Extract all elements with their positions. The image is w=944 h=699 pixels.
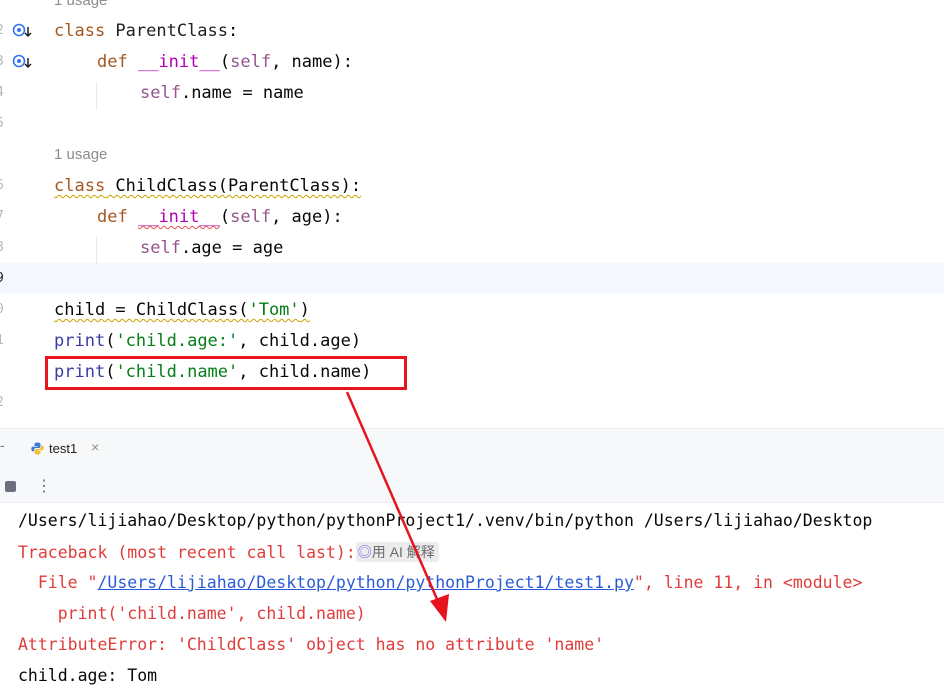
code-line: self.name = name [140,83,304,103]
current-line-highlight [0,263,944,294]
editor-gutter: 2 3 4 5 6 7 8 9 0 1 2 [0,0,50,428]
annotation-highlight-box [45,356,407,390]
line-number: 1 [0,333,6,348]
tab-label: test1 [49,441,78,456]
line-number: 0 [0,302,6,317]
console-line: AttributeError: 'ChildClass' object has … [18,635,605,654]
ai-sparkle-icon: ◎ [357,544,372,560]
code-line: def __init__(self, name): [97,52,353,72]
panel-edge-marker: - [0,437,5,453]
line-number: 9 [0,271,6,286]
indent-guide [96,237,97,265]
console-line: child.age: Tom [18,666,158,685]
stop-icon[interactable] [5,481,16,492]
run-tab-test1[interactable]: test1 × [18,429,110,471]
run-tab-bar: - test1 × [0,428,944,471]
run-toolbar: ⋮ [0,468,944,503]
code-editor[interactable]: 2 3 4 5 6 7 8 9 0 1 2 1 usage class Pare… [0,0,944,428]
line-number: 2 [0,395,6,410]
line-number: 7 [0,209,6,224]
overridden-method-icon[interactable] [12,22,34,40]
line-number: 8 [0,240,6,255]
line-number: 2 [0,23,6,38]
code-line: print('child.age:', child.age) [54,331,362,351]
console-line: File "/Users/lijiahao/Desktop/python/pyt… [18,573,863,592]
more-options-icon[interactable]: ⋮ [36,476,52,496]
console-line: print('child.name', child.name) [18,604,366,623]
code-line: class ChildClass(ParentClass): [54,176,362,196]
close-icon[interactable]: × [91,439,99,455]
usage-hint[interactable]: 1 usage [54,146,107,163]
line-number: 5 [0,116,6,131]
indent-guide [96,82,97,110]
console-output[interactable]: /Users/lijiahao/Desktop/python/pythonPro… [0,503,944,699]
ai-explain-button[interactable]: ◎用 AI 解释 [355,542,439,562]
console-line: /Users/lijiahao/Desktop/python/pythonPro… [18,511,873,530]
overridden-method-icon[interactable] [12,53,34,71]
usage-hint[interactable]: 1 usage [54,0,107,9]
code-line: class ParentClass: [54,21,239,41]
line-number: 3 [0,54,6,69]
code-line: self.age = age [140,238,284,258]
code-line: def __init__(self, age): [97,207,343,227]
python-file-icon [31,442,44,455]
file-path-link[interactable]: /Users/lijiahao/Desktop/python/pythonPro… [97,573,633,592]
code-line: child = ChildClass('Tom') [54,300,310,320]
line-number: 6 [0,178,6,193]
console-line: Traceback (most recent call last): ◎用 AI … [18,542,439,563]
line-number: 4 [0,85,6,100]
